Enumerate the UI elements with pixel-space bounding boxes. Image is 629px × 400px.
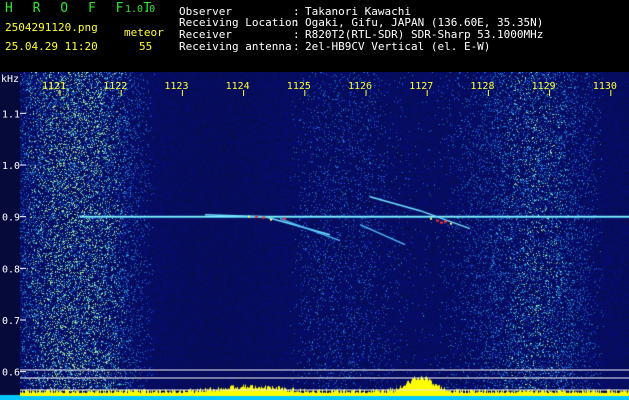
info-sep-antenna: :: [293, 40, 300, 53]
y-tick-label: 1.0: [2, 161, 20, 172]
x-tick-label: 1128: [470, 81, 494, 92]
info-label-antenna: Receiving antenna: [179, 40, 292, 53]
y-axis-unit: kHz: [1, 74, 19, 85]
baseline-guides: [20, 369, 629, 391]
x-tick-label: 1130: [593, 81, 617, 92]
capture-datetime: 25.04.29 11:20: [5, 40, 98, 53]
y-tick-label: 0.6: [2, 368, 20, 379]
x-tick-label: 1129: [532, 81, 556, 92]
x-tick-label: 1125: [287, 81, 311, 92]
spectrogram-axes: kHz 1121 1122 1123 1124 1125 1126 1127 1128 1129…: [1, 74, 629, 391]
x-axis-ticks: 1121 1122 1123 1124 1125 1126 1127 1128 1129 1130: [42, 81, 617, 96]
y-tick-label: 1.1: [2, 109, 20, 120]
app-version: 1.0.0: [125, 4, 156, 15]
file-name: 2504291120.png: [5, 21, 98, 34]
y-tick-label: 0.7: [2, 316, 20, 327]
meteor-count: 55: [139, 40, 153, 53]
y-tick-label: 0.9: [2, 213, 20, 224]
meteor-label: meteor: [124, 26, 164, 39]
x-tick-label: 1123: [164, 81, 188, 92]
x-tick-label: 1122: [103, 81, 127, 92]
x-tick-label: 1124: [226, 81, 250, 92]
x-tick-label: 1121: [42, 81, 66, 92]
y-axis-ticks: 1.1 1.0 0.9 0.8 0.7 0.6: [2, 109, 26, 379]
x-tick-label: 1126: [348, 81, 372, 92]
header-panel: H R O F F T 1.0.0 2504291120.png 25.04.2…: [0, 0, 629, 72]
x-tick-label: 1127: [409, 81, 433, 92]
y-tick-label: 0.8: [2, 264, 20, 275]
info-value-antenna: 2el-HB9CV Vertical (el. E-W): [305, 40, 491, 53]
